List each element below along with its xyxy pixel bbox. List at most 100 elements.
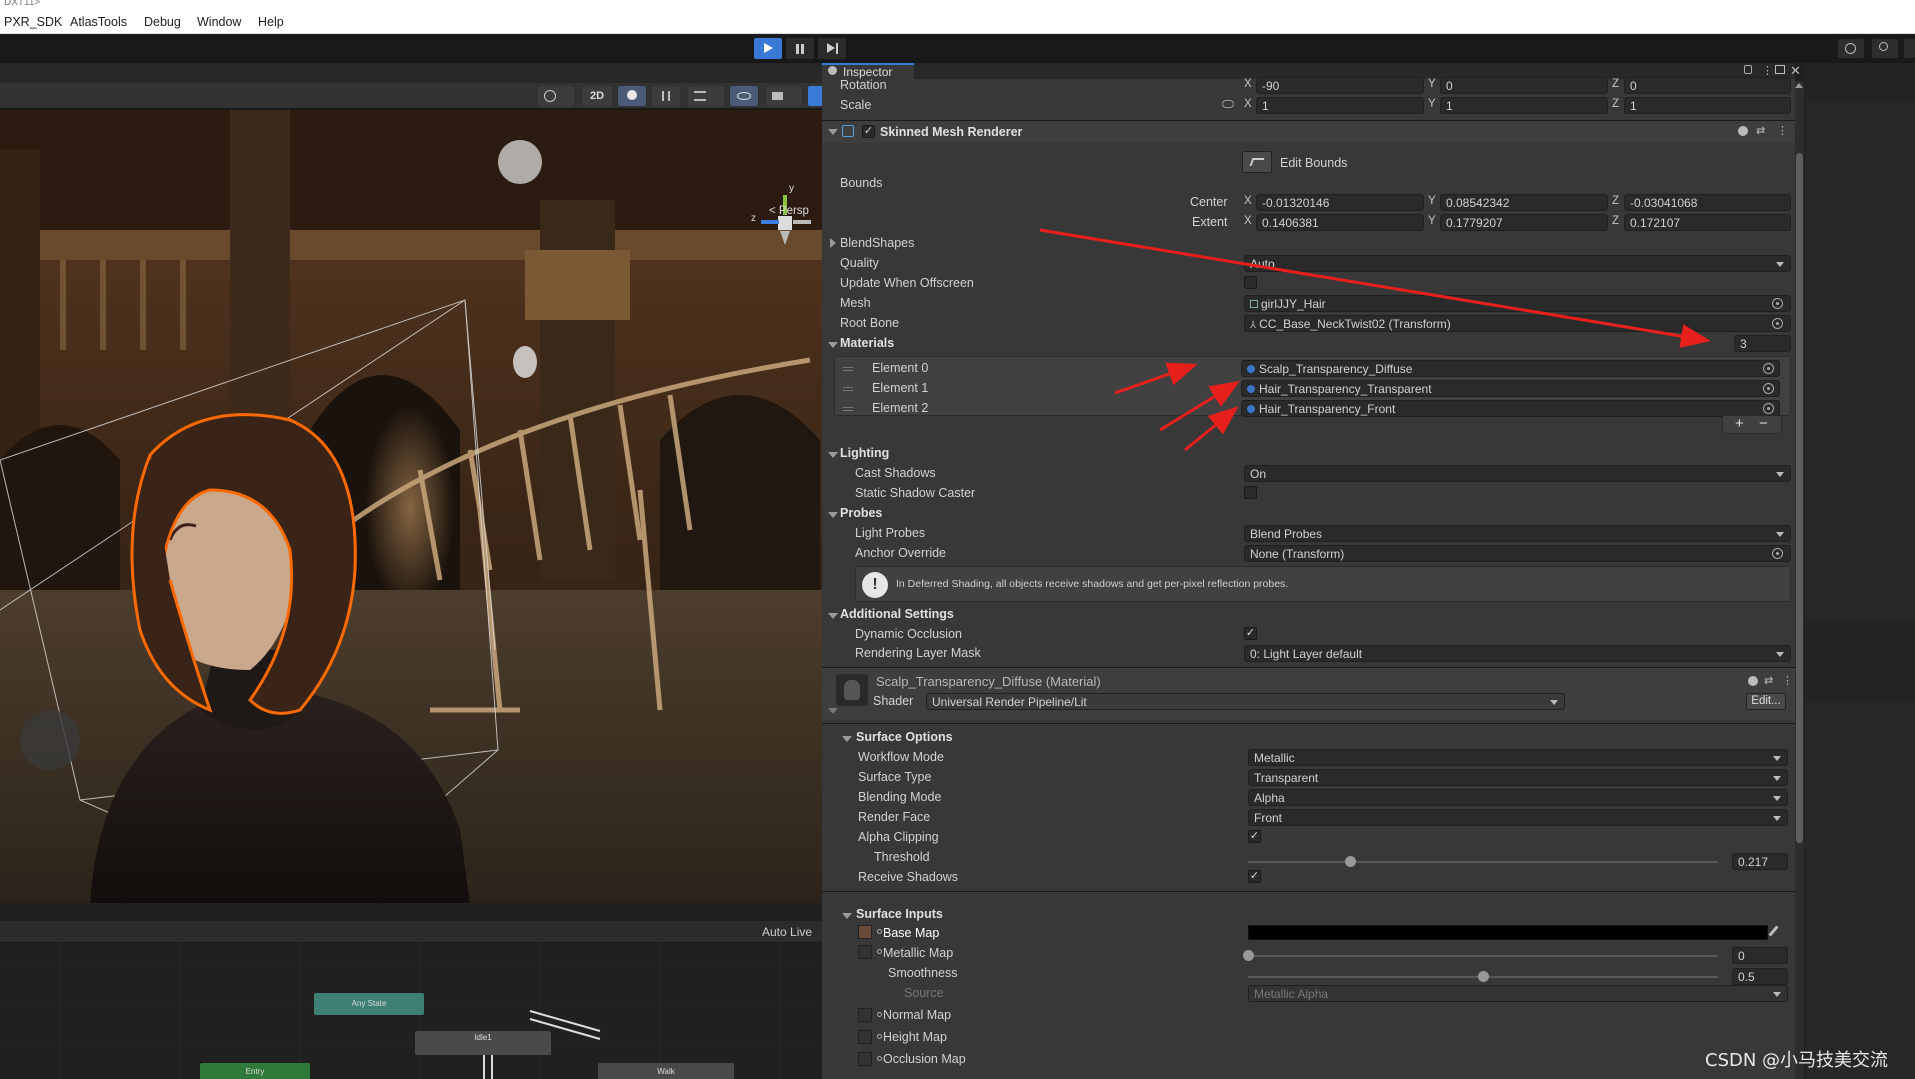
gizmo-down-cone[interactable] — [780, 231, 790, 245]
rendering-layer-dropdown[interactable]: 0: Light Layer default — [1244, 645, 1791, 662]
lighting-toggle[interactable] — [618, 86, 646, 106]
step-button[interactable] — [818, 38, 846, 59]
tab-menu-icon[interactable]: ⋮ — [1762, 64, 1773, 77]
material-header[interactable]: Scalp_Transparency_Diffuse (Material) ⇄ … — [822, 668, 1795, 720]
scale-x-field[interactable]: 1 — [1256, 97, 1424, 114]
menu-debug[interactable]: Debug — [144, 15, 181, 29]
workflow-dropdown[interactable]: Metallic — [1248, 749, 1788, 766]
gizmo-center-cube[interactable] — [778, 216, 792, 230]
edit-bounds-button[interactable] — [1242, 151, 1272, 173]
occlusion-map-slot[interactable] — [858, 1052, 872, 1066]
animator-panel[interactable]: Auto Live Any State Idle1 Entry Walk — [0, 903, 822, 1079]
metallic-map-slot[interactable] — [858, 945, 872, 959]
center-z-field[interactable]: -0.03041068 — [1624, 194, 1791, 211]
metallic-slider-track[interactable] — [1248, 955, 1718, 957]
smr-foldout-icon[interactable] — [828, 129, 838, 135]
metallic-field[interactable]: 0 — [1732, 947, 1788, 964]
scale-z-field[interactable]: 1 — [1624, 97, 1791, 114]
alpha-clipping-checkbox[interactable]: ✓ — [1248, 830, 1261, 843]
drag-handle-icon[interactable] — [843, 367, 853, 371]
lighting-foldout-icon[interactable] — [828, 452, 838, 458]
material-foldout-icon[interactable] — [828, 708, 838, 714]
shading-mode-button[interactable] — [538, 86, 574, 106]
material-help-icon[interactable] — [1748, 676, 1758, 686]
static-shadow-checkbox[interactable] — [1244, 486, 1257, 499]
probes-label[interactable]: Probes — [840, 506, 882, 520]
link-scale-icon[interactable] — [1222, 100, 1234, 108]
cast-shadows-dropdown[interactable]: On — [1244, 465, 1791, 482]
center-y-field[interactable]: 0.08542342 — [1440, 194, 1608, 211]
material-menu-icon[interactable]: ⋮ — [1782, 674, 1793, 687]
height-map-slot[interactable] — [858, 1030, 872, 1044]
smoothness-slider-thumb[interactable] — [1478, 971, 1489, 982]
effects-button[interactable] — [688, 86, 724, 106]
element-2-field[interactable]: Hair_Transparency_Front — [1241, 400, 1780, 417]
surface-options-foldout-icon[interactable] — [842, 736, 852, 742]
surface-options-label[interactable]: Surface Options — [856, 730, 953, 744]
materials-count-field[interactable]: 3 — [1734, 335, 1791, 352]
rotation-x-field[interactable]: -90 — [1256, 77, 1424, 94]
hidden-objects-toggle[interactable] — [730, 86, 758, 106]
history-button[interactable] — [1838, 39, 1864, 58]
threshold-slider-thumb[interactable] — [1344, 856, 1356, 867]
drag-handle-icon[interactable] — [843, 387, 853, 391]
normal-map-slot[interactable] — [858, 1008, 872, 1022]
surface-inputs-foldout-icon[interactable] — [842, 913, 852, 919]
material-element-row[interactable]: Element 0 Scalp_Transparency_Diffuse — [835, 359, 1790, 379]
light-probes-dropdown[interactable]: Blend Probes — [1244, 525, 1791, 542]
camera-button[interactable] — [766, 86, 802, 106]
account-button[interactable] — [1904, 39, 1915, 58]
inspector-tab[interactable]: Inspector — [822, 63, 914, 79]
element-2-picker-icon[interactable] — [1763, 403, 1774, 414]
menu-pxr-sdk[interactable]: PXR_SDK — [4, 15, 62, 29]
remove-element-button[interactable]: − — [1759, 415, 1768, 432]
gizmo-x-axis[interactable] — [793, 220, 811, 224]
root-bone-picker-icon[interactable] — [1772, 318, 1783, 329]
projection-label[interactable]: < Persp — [769, 205, 809, 217]
anchor-override-field[interactable]: None (Transform) — [1244, 545, 1791, 562]
orientation-gizmo[interactable]: y z — [751, 183, 819, 263]
gizmo-z-axis[interactable] — [761, 220, 779, 224]
receive-shadows-checkbox[interactable]: ✓ — [1248, 870, 1261, 883]
materials-foldout-icon[interactable] — [828, 342, 838, 348]
extent-x-field[interactable]: 0.1406381 — [1256, 214, 1424, 231]
material-element-row[interactable]: Element 1 Hair_Transparency_Transparent — [835, 379, 1790, 399]
blendshapes-label[interactable]: BlendShapes — [840, 236, 914, 250]
material-element-row[interactable]: Element 2 Hair_Transparency_Front — [835, 399, 1790, 419]
anchor-picker-icon[interactable] — [1772, 548, 1783, 559]
element-1-field[interactable]: Hair_Transparency_Transparent — [1241, 380, 1780, 397]
add-element-button[interactable]: + — [1735, 415, 1744, 432]
smr-enabled-checkbox[interactable]: ✓ — [862, 125, 875, 138]
scale-y-field[interactable]: 1 — [1440, 97, 1608, 114]
quality-dropdown[interactable]: Auto — [1244, 255, 1791, 272]
blending-mode-dropdown[interactable]: Alpha — [1248, 789, 1788, 806]
dynamic-occlusion-checkbox[interactable]: ✓ — [1244, 627, 1257, 640]
state-idle[interactable]: Idle1 — [415, 1031, 551, 1055]
element-0-field[interactable]: Scalp_Transparency_Diffuse — [1241, 360, 1780, 377]
shader-edit-button[interactable]: Edit... — [1746, 693, 1786, 710]
element-1-picker-icon[interactable] — [1763, 383, 1774, 394]
threshold-field[interactable]: 0.217 — [1732, 853, 1788, 870]
surface-inputs-label[interactable]: Surface Inputs — [856, 907, 943, 921]
scrollbar-thumb[interactable] — [1796, 153, 1803, 843]
render-face-dropdown[interactable]: Front — [1248, 809, 1788, 826]
inspector-scrollbar[interactable] — [1795, 81, 1804, 1079]
pause-button[interactable] — [786, 38, 814, 59]
menu-window[interactable]: Window — [197, 15, 241, 29]
scene-view[interactable]: 2D y z < Persp — [0, 63, 822, 903]
mesh-field[interactable]: girlJJY_Hair — [1244, 295, 1791, 312]
materials-label[interactable]: Materials — [840, 336, 894, 350]
update-offscreen-checkbox[interactable] — [1244, 276, 1257, 289]
smr-header[interactable]: ✓ Skinned Mesh Renderer ⇄ ⋮ — [822, 121, 1795, 143]
threshold-slider-track[interactable] — [1248, 861, 1718, 863]
blendshapes-foldout-icon[interactable] — [830, 238, 836, 248]
smoothness-field[interactable]: 0.5 — [1732, 968, 1788, 985]
maximize-icon[interactable] — [1775, 65, 1785, 74]
element-0-picker-icon[interactable] — [1763, 363, 1774, 374]
close-window-icon[interactable]: ✕ — [1790, 63, 1801, 79]
base-map-slot[interactable] — [858, 925, 872, 939]
menu-help[interactable]: Help — [258, 15, 284, 29]
probes-foldout-icon[interactable] — [828, 512, 838, 518]
mode-2d-button[interactable]: 2D — [582, 86, 612, 106]
preset-icon[interactable]: ⇄ — [1756, 124, 1765, 137]
